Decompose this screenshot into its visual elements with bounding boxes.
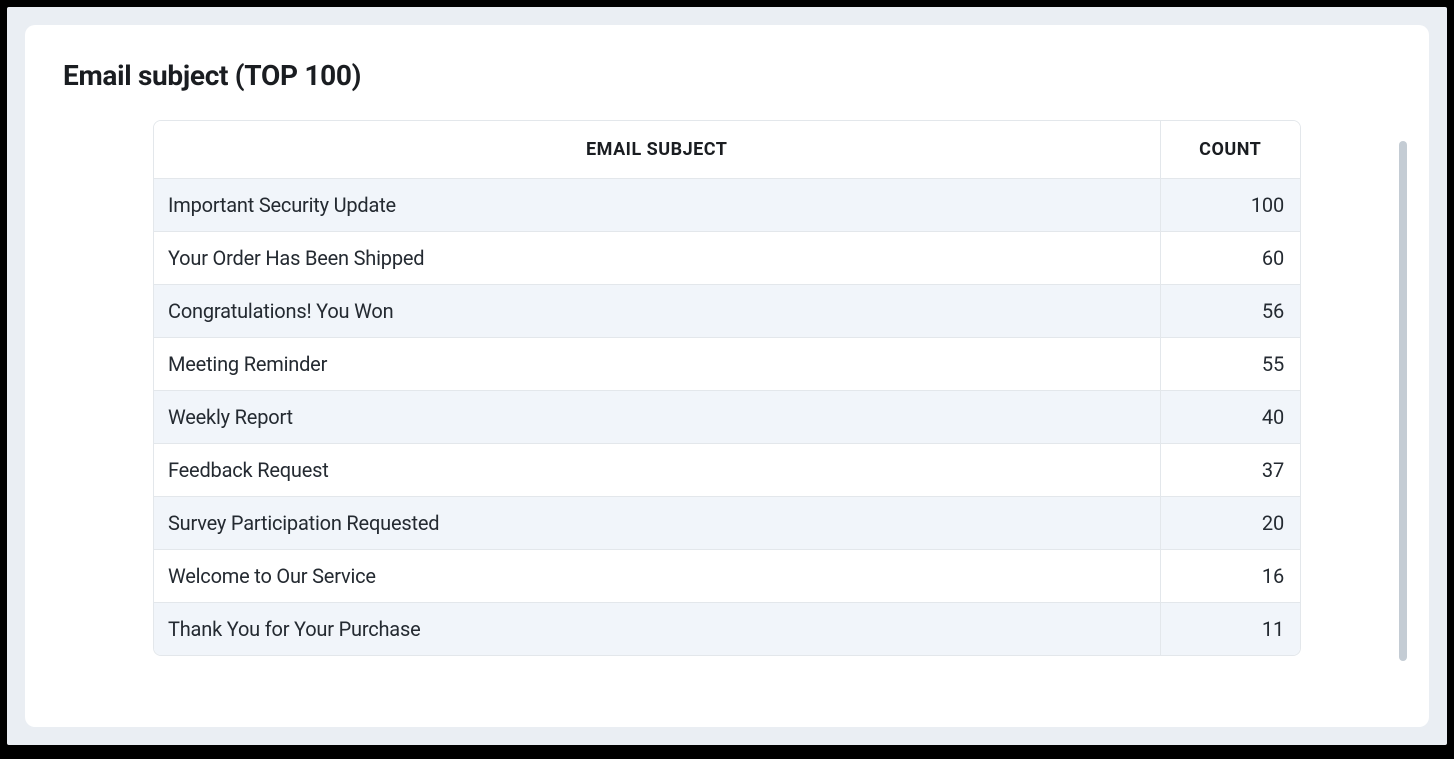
cell-count: 11 <box>1160 603 1300 656</box>
table-row[interactable]: Meeting Reminder55 <box>154 338 1300 391</box>
cell-subject: Important Security Update <box>154 179 1160 232</box>
cell-count: 40 <box>1160 391 1300 444</box>
cell-count: 60 <box>1160 232 1300 285</box>
table-row[interactable]: Important Security Update100 <box>154 179 1300 232</box>
table-body: Important Security Update100Your Order H… <box>154 179 1300 656</box>
table-row[interactable]: Welcome to Our Service16 <box>154 550 1300 603</box>
email-subject-table-wrap: EMAIL SUBJECT COUNT Important Security U… <box>153 120 1301 656</box>
table-row[interactable]: Survey Participation Requested20 <box>154 497 1300 550</box>
col-header-count[interactable]: COUNT <box>1160 121 1300 179</box>
email-subject-table: EMAIL SUBJECT COUNT Important Security U… <box>154 121 1300 655</box>
table-row[interactable]: Congratulations! You Won56 <box>154 285 1300 338</box>
cell-subject: Thank You for Your Purchase <box>154 603 1160 656</box>
col-header-subject[interactable]: EMAIL SUBJECT <box>154 121 1160 179</box>
table-header-row: EMAIL SUBJECT COUNT <box>154 121 1300 179</box>
table-header: EMAIL SUBJECT COUNT <box>154 121 1300 179</box>
card-panel: Email subject (TOP 100) EMAIL SUBJECT CO… <box>25 25 1429 727</box>
cell-subject: Your Order Has Been Shipped <box>154 232 1160 285</box>
cell-count: 20 <box>1160 497 1300 550</box>
panel-title: Email subject (TOP 100) <box>63 59 1391 92</box>
table-row[interactable]: Feedback Request37 <box>154 444 1300 497</box>
table-row[interactable]: Weekly Report40 <box>154 391 1300 444</box>
cell-count: 16 <box>1160 550 1300 603</box>
cell-subject: Congratulations! You Won <box>154 285 1160 338</box>
cell-subject: Meeting Reminder <box>154 338 1160 391</box>
cell-subject: Survey Participation Requested <box>154 497 1160 550</box>
page-background: Email subject (TOP 100) EMAIL SUBJECT CO… <box>7 7 1447 745</box>
cell-count: 56 <box>1160 285 1300 338</box>
cell-subject: Feedback Request <box>154 444 1160 497</box>
scrollbar-thumb[interactable] <box>1399 141 1407 661</box>
table-row[interactable]: Your Order Has Been Shipped60 <box>154 232 1300 285</box>
cell-count: 55 <box>1160 338 1300 391</box>
cell-subject: Welcome to Our Service <box>154 550 1160 603</box>
cell-subject: Weekly Report <box>154 391 1160 444</box>
cell-count: 100 <box>1160 179 1300 232</box>
cell-count: 37 <box>1160 444 1300 497</box>
table-row[interactable]: Thank You for Your Purchase11 <box>154 603 1300 656</box>
